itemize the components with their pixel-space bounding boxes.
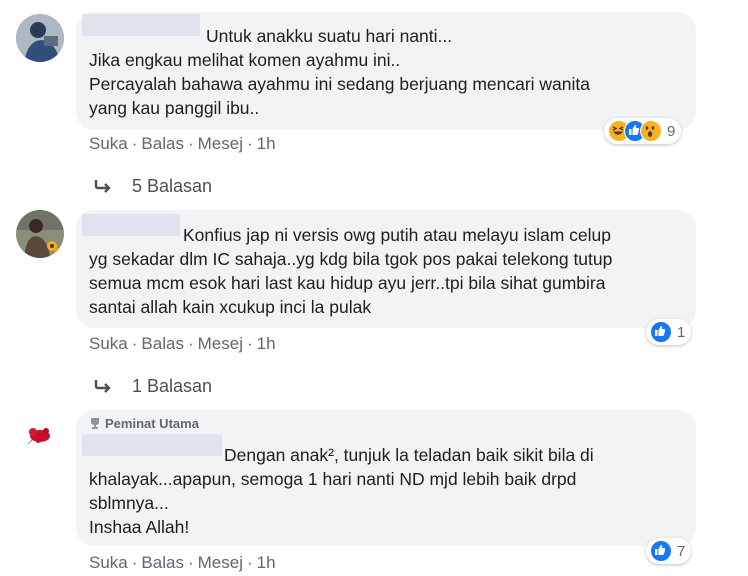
avatar[interactable] xyxy=(16,14,64,62)
avatar[interactable] xyxy=(16,210,64,258)
comment-text: Konfius jap ni versis owg putih atau mel… xyxy=(183,225,611,245)
reaction-count: 7 xyxy=(677,542,686,560)
message-link[interactable]: Mesej xyxy=(198,134,243,153)
reactions-summary[interactable]: 7 xyxy=(646,538,692,564)
reply-link[interactable]: Balas xyxy=(141,334,184,353)
comment-text: santai allah kain xcukup inci la pulak xyxy=(89,297,372,317)
reaction-count: 9 xyxy=(667,122,676,140)
like-link[interactable]: Suka xyxy=(89,134,128,153)
view-replies-link[interactable]: 5 Balasan xyxy=(94,176,212,197)
message-link[interactable]: Mesej xyxy=(198,553,243,572)
comment-text: sblmnya... xyxy=(89,493,169,513)
like-link[interactable]: Suka xyxy=(89,553,128,572)
redacted-author-name xyxy=(82,214,180,236)
reaction-count: 1 xyxy=(677,323,686,341)
like-emoji-icon xyxy=(650,321,672,343)
comment-text: Dengan anak², tunjuk la teladan baik sik… xyxy=(224,445,594,465)
timestamp[interactable]: 1h xyxy=(257,134,276,153)
replies-count-label: 1 Balasan xyxy=(132,376,213,396)
reply-arrow-icon xyxy=(94,180,111,193)
comment-actions: Suka · Balas · Mesej · 1h xyxy=(89,553,276,572)
like-link[interactable]: Suka xyxy=(89,334,128,353)
comment-text: Untuk anakku suatu hari nanti... xyxy=(206,26,453,46)
comment-text: Inshaa Allah! xyxy=(89,517,190,537)
timestamp[interactable]: 1h xyxy=(257,553,276,572)
comment-text: yang kau panggil ibu.. xyxy=(89,98,260,118)
wow-emoji-icon xyxy=(640,120,662,142)
comment-text: yg sekadar dlm IC sahaja..yg kdg bila tg… xyxy=(89,249,613,269)
top-fan-badge: Peminat Utama xyxy=(88,416,199,431)
redacted-author-name xyxy=(82,14,200,36)
reactions-summary[interactable]: 9 xyxy=(604,118,682,144)
comment-text: semua mcm esok hari last kau hidup ayu j… xyxy=(89,273,606,293)
like-emoji-icon xyxy=(650,540,672,562)
comment-actions: Suka · Balas · Mesej · 1h xyxy=(89,334,276,353)
trophy-icon xyxy=(91,418,99,429)
timestamp[interactable]: 1h xyxy=(257,334,276,353)
top-fan-label: Peminat Utama xyxy=(105,416,199,431)
reply-link[interactable]: Balas xyxy=(141,553,184,572)
reply-link[interactable]: Balas xyxy=(141,134,184,153)
view-replies-link[interactable]: 1 Balasan xyxy=(94,376,212,397)
comment-actions: Suka · Balas · Mesej · 1h xyxy=(89,134,276,153)
avatar[interactable] xyxy=(16,410,64,458)
comment-text: khalayak...apapun, semoga 1 hari nanti N… xyxy=(89,469,577,489)
redacted-author-name xyxy=(82,434,222,456)
reactions-summary[interactable]: 1 xyxy=(646,319,692,345)
replies-count-label: 5 Balasan xyxy=(132,176,213,196)
comment-text: Jika engkau melihat komen ayahmu ini.. xyxy=(89,50,401,70)
reply-arrow-icon xyxy=(94,380,111,393)
message-link[interactable]: Mesej xyxy=(198,334,243,353)
comment-text: Percayalah bahawa ayahmu ini sedang berj… xyxy=(89,74,591,94)
